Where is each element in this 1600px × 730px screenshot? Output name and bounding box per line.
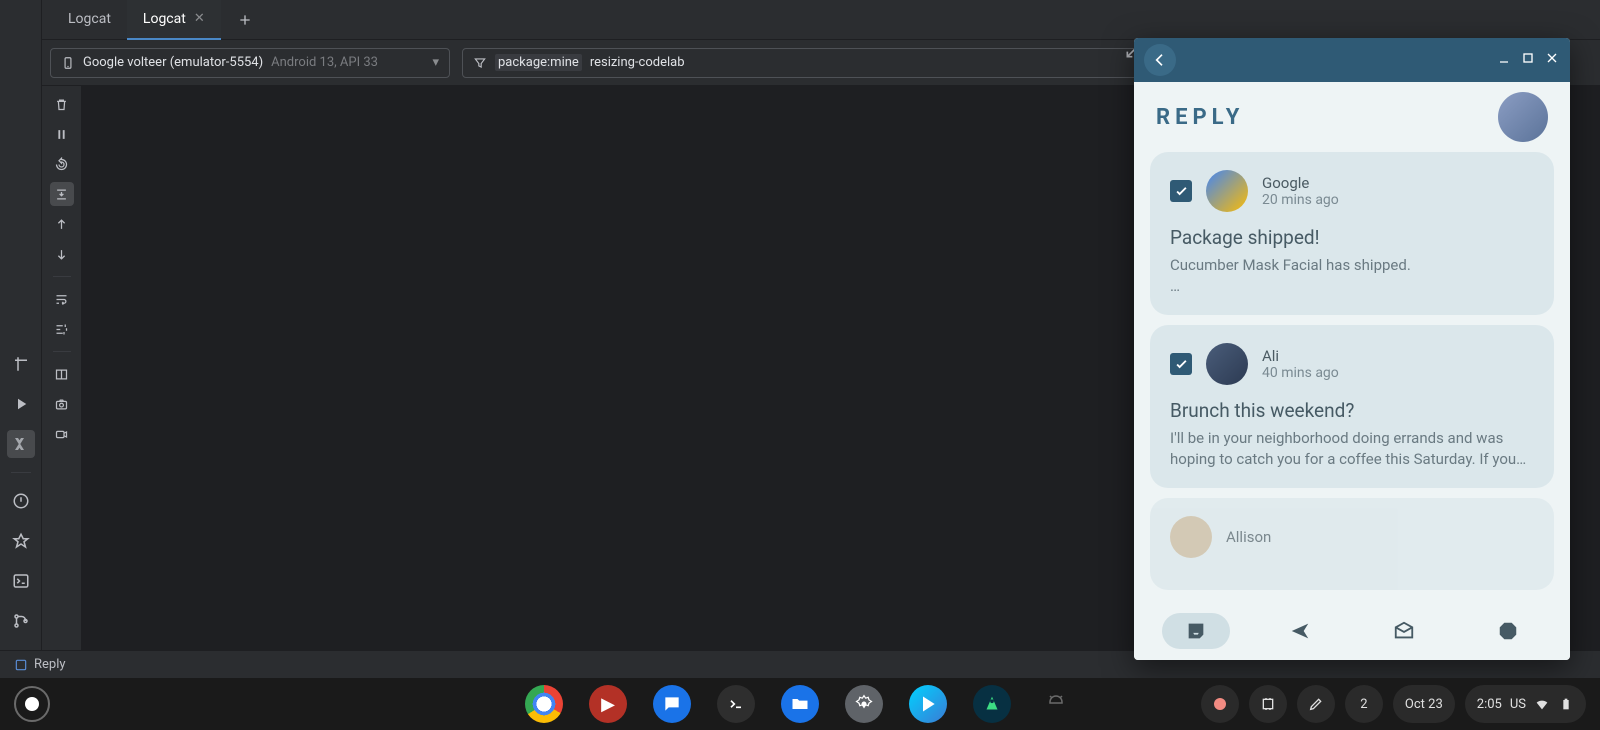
scroll-end-button[interactable] bbox=[50, 182, 74, 206]
battery-icon bbox=[1558, 696, 1574, 712]
tab-label: Logcat bbox=[68, 11, 111, 27]
mail-sender: Google bbox=[1262, 174, 1339, 192]
mail-sender: Allison bbox=[1226, 528, 1271, 546]
running-app-label[interactable]: Reply bbox=[34, 657, 66, 672]
profile-avatar[interactable] bbox=[1498, 92, 1548, 142]
launcher-button[interactable] bbox=[14, 686, 50, 722]
system-tray: 2 Oct 23 2:05 US bbox=[1201, 685, 1586, 723]
device-selector[interactable]: Google volteer (emulator-5554) Android 1… bbox=[50, 48, 450, 78]
mail-subject: Brunch this weekend? bbox=[1170, 399, 1534, 422]
checkbox-checked[interactable] bbox=[1170, 180, 1192, 202]
pause-log-button[interactable] bbox=[50, 122, 74, 146]
app-android[interactable] bbox=[1037, 685, 1075, 723]
close-button[interactable] bbox=[1544, 50, 1560, 70]
separator bbox=[11, 472, 31, 473]
mail-item[interactable]: Google 20 mins ago Package shipped! Cucu… bbox=[1150, 152, 1554, 315]
mail-time: 20 mins ago bbox=[1262, 192, 1339, 208]
screenshot-button[interactable] bbox=[50, 392, 74, 416]
sender-avatar bbox=[1170, 516, 1212, 558]
status-pill[interactable]: 2:05 US bbox=[1465, 685, 1586, 723]
restart-log-button[interactable] bbox=[50, 152, 74, 176]
checkbox-checked[interactable] bbox=[1170, 353, 1192, 375]
maximize-button[interactable] bbox=[1520, 50, 1536, 70]
tray-screenshot[interactable] bbox=[1249, 685, 1287, 723]
filter-value: resizing-codelab bbox=[590, 55, 685, 70]
mail-item[interactable]: Allison bbox=[1150, 498, 1554, 590]
mail-ellipsis: … bbox=[1170, 276, 1534, 297]
mail-item[interactable]: Ali 40 mins ago Brunch this weekend? I'l… bbox=[1150, 325, 1554, 488]
app-messages[interactable] bbox=[653, 685, 691, 723]
separator bbox=[53, 351, 71, 352]
new-tab-button[interactable] bbox=[231, 6, 259, 34]
tray-pen[interactable] bbox=[1297, 685, 1335, 723]
tab-bar: Logcat Logcat ✕ bbox=[42, 0, 1600, 40]
app-android-studio[interactable] bbox=[973, 685, 1011, 723]
bottom-nav bbox=[1134, 602, 1570, 660]
log-toolbar bbox=[42, 86, 82, 662]
app-files[interactable] bbox=[781, 685, 819, 723]
mail-preview: Cucumber Mask Facial has shipped. bbox=[1170, 255, 1534, 276]
date-pill[interactable]: Oct 23 bbox=[1393, 685, 1455, 723]
record-button[interactable] bbox=[50, 422, 74, 446]
terminal-icon[interactable] bbox=[7, 567, 35, 595]
close-icon[interactable]: ✕ bbox=[194, 11, 205, 26]
filter-prefix: package:mine bbox=[495, 54, 582, 71]
mail-list[interactable]: Google 20 mins ago Package shipped! Cucu… bbox=[1134, 152, 1570, 602]
chevron-down-icon: ▾ bbox=[432, 55, 439, 70]
vcs-icon[interactable] bbox=[7, 607, 35, 635]
app-settings[interactable] bbox=[845, 685, 883, 723]
emulator-back-button[interactable] bbox=[1144, 44, 1176, 76]
app-youtube[interactable]: ▶ bbox=[589, 685, 627, 723]
chromeos-shelf: ▶ 2 Oct 23 2:05 US bbox=[0, 678, 1600, 730]
profiler-icon[interactable] bbox=[7, 527, 35, 555]
sender-avatar bbox=[1206, 343, 1248, 385]
nav-inbox[interactable] bbox=[1162, 613, 1230, 649]
mail-time: 40 mins ago bbox=[1262, 365, 1339, 381]
settings-log-button[interactable] bbox=[50, 317, 74, 341]
tab-label: Logcat bbox=[143, 11, 186, 27]
layout-icon[interactable] bbox=[7, 350, 35, 378]
app-header: REPLY bbox=[1134, 82, 1570, 152]
tab-logcat-2[interactable]: Logcat ✕ bbox=[127, 0, 221, 40]
mail-sender: Ali bbox=[1262, 347, 1339, 365]
app-play-store[interactable] bbox=[909, 685, 947, 723]
shelf-apps: ▶ bbox=[525, 685, 1075, 723]
mail-preview: I'll be in your neighborhood doing erran… bbox=[1170, 428, 1534, 470]
filter-icon bbox=[473, 56, 487, 70]
device-meta: Android 13, API 33 bbox=[271, 55, 378, 70]
running-app-icon bbox=[14, 658, 28, 672]
emulator-window: REPLY Google 20 mins ago Package shipped… bbox=[1134, 38, 1570, 660]
nav-spam[interactable] bbox=[1474, 613, 1542, 649]
minimize-button[interactable] bbox=[1496, 50, 1512, 70]
down-icon[interactable] bbox=[50, 242, 74, 266]
logcat-icon[interactable] bbox=[7, 430, 35, 458]
emulator-titlebar bbox=[1134, 38, 1570, 82]
problems-icon[interactable] bbox=[7, 487, 35, 515]
mail-subject: Package shipped! bbox=[1170, 226, 1534, 249]
sender-avatar bbox=[1206, 170, 1248, 212]
left-tool-rail bbox=[0, 0, 42, 662]
app-title: REPLY bbox=[1156, 105, 1244, 130]
device-icon bbox=[61, 56, 75, 70]
clear-log-button[interactable] bbox=[50, 92, 74, 116]
app-chrome[interactable] bbox=[525, 685, 563, 723]
wifi-icon bbox=[1534, 696, 1550, 712]
nav-drafts[interactable] bbox=[1370, 613, 1438, 649]
notification-count[interactable]: 2 bbox=[1345, 685, 1383, 723]
wrap-lines-button[interactable] bbox=[50, 287, 74, 311]
log-filter-input[interactable]: package:mine resizing-codelab bbox=[462, 48, 1172, 78]
up-icon[interactable] bbox=[50, 212, 74, 236]
tab-logcat-1[interactable]: Logcat bbox=[52, 0, 127, 40]
separator bbox=[53, 276, 71, 277]
device-name: Google volteer (emulator-5554) bbox=[83, 55, 263, 70]
app-terminal[interactable] bbox=[717, 685, 755, 723]
record-indicator[interactable] bbox=[1201, 685, 1239, 723]
nav-sent[interactable] bbox=[1266, 613, 1334, 649]
run-icon[interactable] bbox=[7, 390, 35, 418]
split-button[interactable] bbox=[50, 362, 74, 386]
